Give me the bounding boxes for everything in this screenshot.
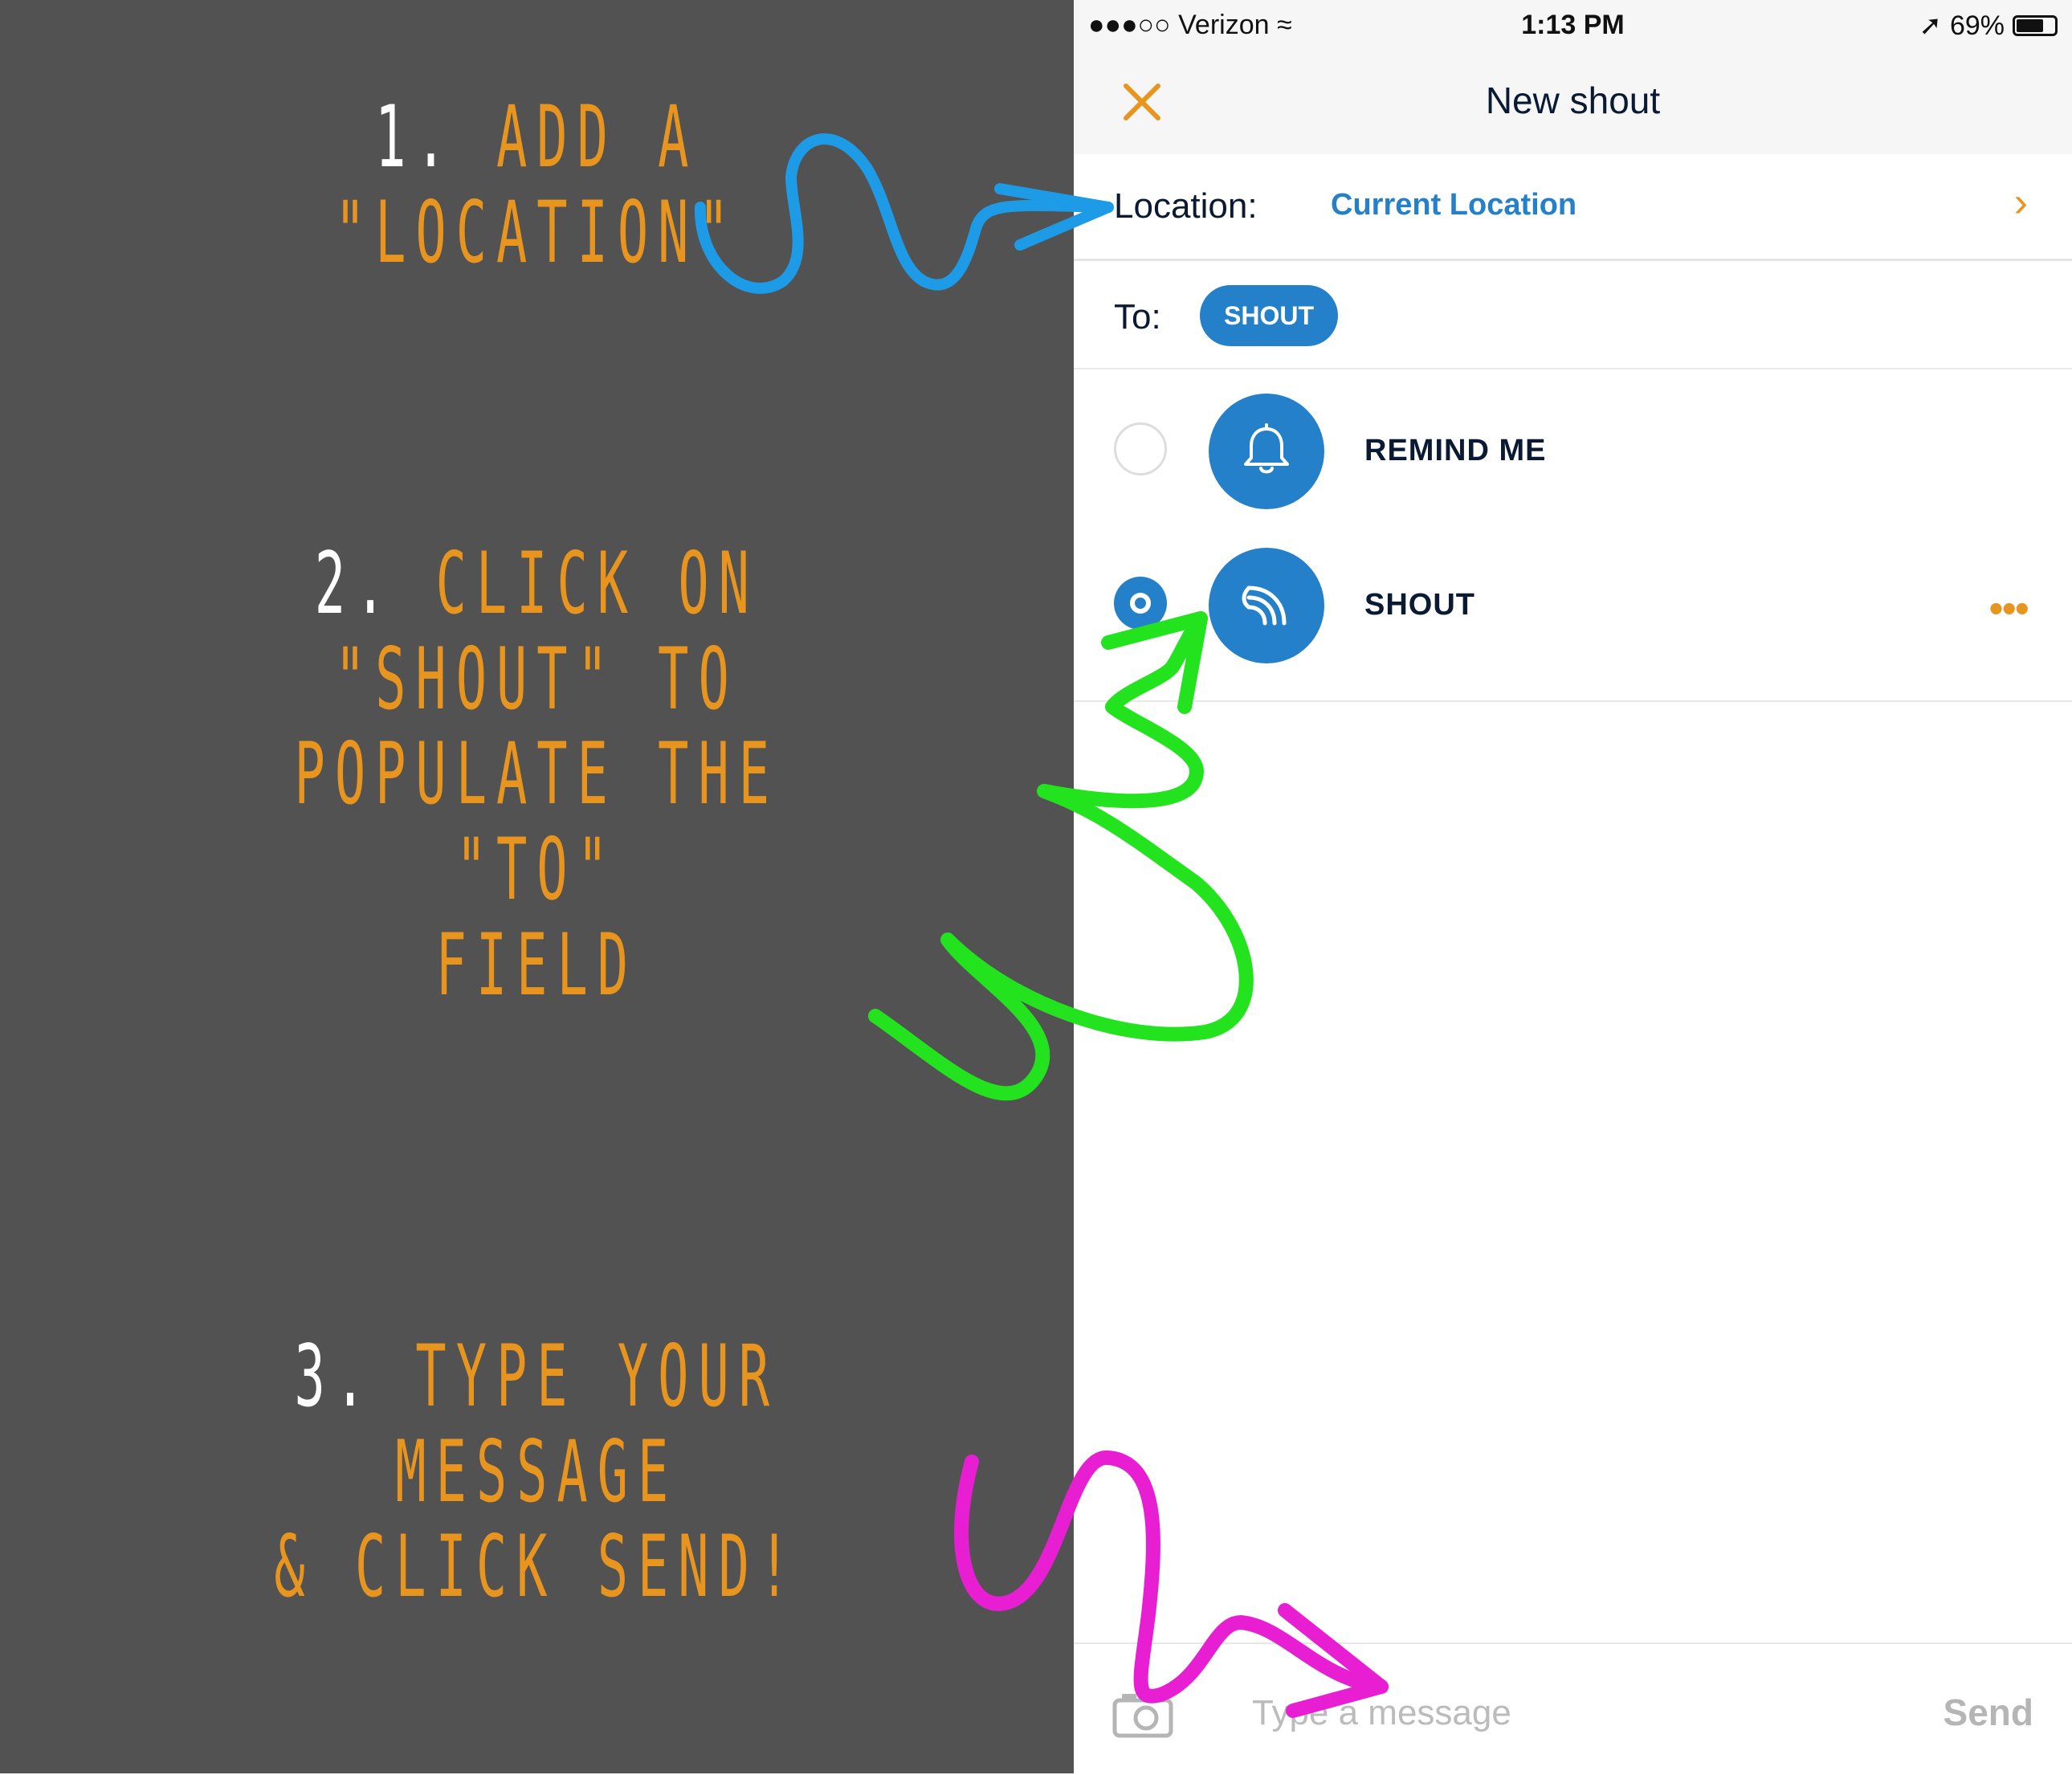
instruction-step-2: 2. CLICK ON "SHOUT" TO POPULATE THE "TO"… [214,534,859,1014]
step-2-number: 2. [314,534,396,633]
to-field-row: To: SHOUT [1074,261,2072,369]
message-composer: Send [1074,1642,2072,1775]
broadcast-icon [1242,586,1287,626]
to-label: To: [1114,297,1161,337]
radio-button[interactable] [1114,422,1167,475]
step-3-line-2: & CLICK SEND! [274,1517,800,1617]
location-row[interactable]: Location: Current Location › [1074,154,2072,261]
step-3-line-1: TYPE YOUR MESSAGE [395,1327,780,1521]
remind-me-avatar [1209,394,1324,509]
instruction-panel: 1. ADD A "LOCATION" 2. CLICK ON "SHOUT" … [0,0,1074,1773]
option-label-remind-me: REMIND ME [1364,434,1547,467]
radio-button-selected[interactable] [1114,577,1167,630]
phone-screen: ●●●○○ Verizon ≈ 1:13 PM ➚ 69% New shout … [1074,0,2072,1775]
status-bar: ●●●○○ Verizon ≈ 1:13 PM ➚ 69% [1074,0,2072,50]
recipient-chip[interactable]: SHOUT [1200,285,1338,346]
instruction-step-3: 3. TYPE YOUR MESSAGE & CLICK SEND! [214,1327,859,1617]
instruction-step-1: 1. ADD A "LOCATION" [214,88,859,282]
camera-icon [1112,1694,1173,1738]
page-title: New shout [1485,80,1661,121]
divider [1074,700,2072,702]
step-1-line-1: ADD A [496,88,699,186]
battery-icon [2013,15,2058,36]
send-button[interactable]: Send [1944,1691,2033,1734]
step-2-line-1: CLICK ON [435,534,759,633]
camera-button[interactable] [1112,1691,1173,1743]
step-2-line-2: "SHOUT" TO [334,629,739,728]
location-label: Location: [1114,186,1258,226]
step-1-line-2: "LOCATION" [334,182,739,282]
shout-avatar [1209,548,1324,663]
step-2-line-3: POPULATE THE "TO" [294,724,780,920]
option-shout[interactable]: SHOUT ••• [1074,528,2072,683]
step-1-number: 1. [375,88,456,186]
option-label-shout: SHOUT [1364,588,1475,622]
message-input[interactable] [1250,1684,1864,1742]
option-remind-me[interactable]: REMIND ME [1074,374,2072,528]
step-3-number: 3. [294,1327,376,1426]
chevron-right-icon[interactable]: › [2014,178,2028,226]
battery-percent: 69% [1949,10,2005,41]
more-options-icon[interactable]: ••• [1988,585,2029,633]
bell-icon [1244,423,1289,474]
location-value[interactable]: Current Location [1331,188,1576,222]
step-2-line-4: FIELD [435,915,638,1014]
battery-indicator: ➚ 69% [1919,10,2058,42]
location-arrow-icon: ➚ [1919,10,1942,41]
navigation-bar: New shout [1074,50,2072,154]
